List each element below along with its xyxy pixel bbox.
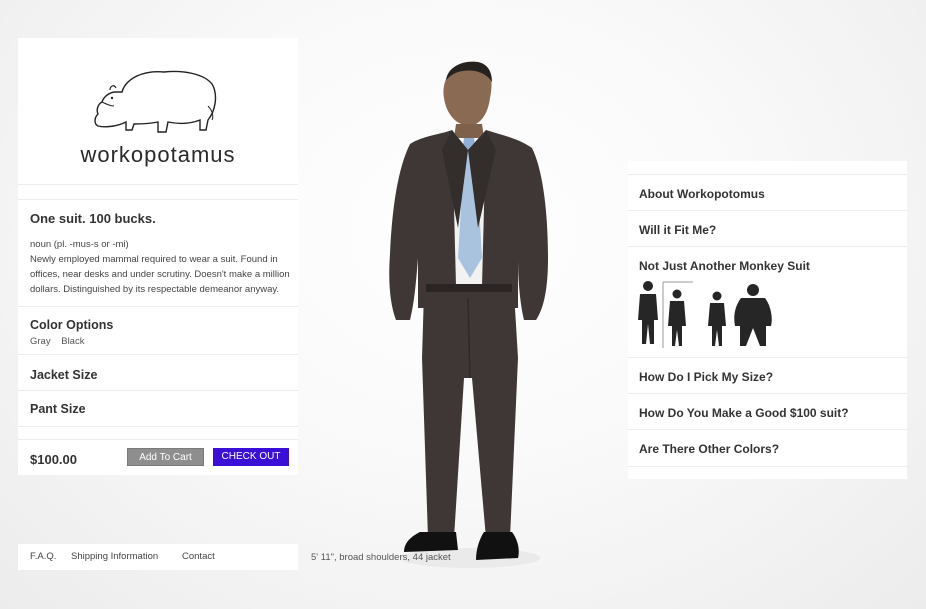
faq-link[interactable]: F.A.Q. <box>30 551 56 562</box>
menu-item-pick-size[interactable]: How Do I Pick My Size? <box>628 357 907 393</box>
price: $100.00 <box>30 452 77 467</box>
add-to-cart-button[interactable]: Add To Cart <box>127 448 204 466</box>
divider <box>628 466 907 467</box>
menu-item-will-it-fit[interactable]: Will it Fit Me? <box>628 210 907 246</box>
menu-item-label: Will it Fit Me? <box>639 223 717 237</box>
product-panel: workopotamus One suit. 100 bucks. noun (… <box>18 38 298 475</box>
model-photo <box>389 61 548 568</box>
silhouette-person-icon <box>638 281 772 348</box>
divider <box>18 306 298 307</box>
divider <box>18 439 298 440</box>
menu-item-about[interactable]: About Workopotomus <box>628 174 907 210</box>
color-options: Gray Black <box>30 336 92 347</box>
color-option-gray[interactable]: Gray <box>30 336 51 347</box>
menu-item-good-suit[interactable]: How Do You Make a Good $100 suit? <box>628 393 907 429</box>
divider <box>18 199 298 200</box>
model-caption: 5' 11", broad shoulders, 44 jacket <box>311 552 451 563</box>
menu-item-label: How Do You Make a Good $100 suit? <box>639 406 849 420</box>
menu-item-label: Not Just Another Monkey Suit <box>639 259 810 273</box>
brand-name: workopotamus <box>80 142 236 167</box>
definition-line: Newly employed mammal required to wear a… <box>30 254 278 265</box>
product-definition: noun (pl. -mus-s or -mi) Newly employed … <box>30 237 298 297</box>
product-tagline: One suit. 100 bucks. <box>30 211 156 226</box>
hippo-logo-icon <box>94 70 217 133</box>
contact-link[interactable]: Contact <box>182 551 215 562</box>
divider <box>18 426 298 427</box>
color-option-black[interactable]: Black <box>61 336 84 347</box>
jacket-size-selector[interactable]: Jacket Size <box>30 368 97 382</box>
menu-item-label: About Workopotomus <box>639 187 765 201</box>
definition-pos: noun (pl. -mus-s or -mi) <box>30 239 129 250</box>
pant-size-selector[interactable]: Pant Size <box>30 402 86 416</box>
definition-line: dollars. Distinguished by its respectabl… <box>30 284 280 295</box>
divider <box>18 354 298 355</box>
footer-links: F.A.Q. Shipping Information Contact <box>18 544 298 570</box>
color-options-title: Color Options <box>30 318 114 332</box>
menu-item-label: Are There Other Colors? <box>639 442 780 456</box>
logo-area[interactable]: workopotamus <box>18 38 298 185</box>
shipping-info-link[interactable]: Shipping Information <box>71 551 158 562</box>
definition-line: offices, near desks and under scrutiny. … <box>30 269 290 280</box>
menu-item-label: How Do I Pick My Size? <box>639 370 774 384</box>
checkout-button[interactable]: CHECK OUT <box>213 448 289 466</box>
info-panel: About Workopotomus Will it Fit Me? Not J… <box>628 161 907 479</box>
divider <box>18 390 298 391</box>
menu-item-other-colors[interactable]: Are There Other Colors? <box>628 429 907 466</box>
